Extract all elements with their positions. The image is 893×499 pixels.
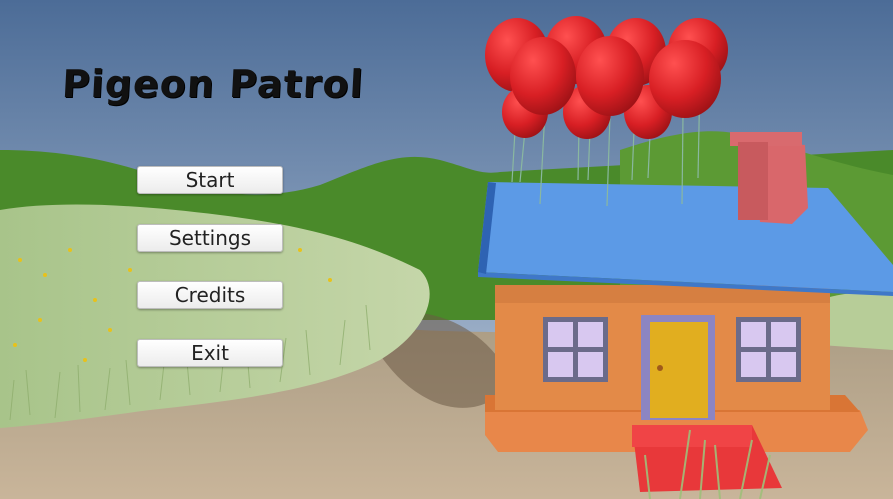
grass-field-right (820, 292, 893, 350)
credits-button[interactable]: Credits (137, 281, 283, 309)
settings-button[interactable]: Settings (137, 224, 283, 252)
exit-button[interactable]: Exit (137, 339, 283, 367)
start-button[interactable]: Start (137, 166, 283, 194)
game-title: Pigeon Patrol (60, 62, 365, 106)
